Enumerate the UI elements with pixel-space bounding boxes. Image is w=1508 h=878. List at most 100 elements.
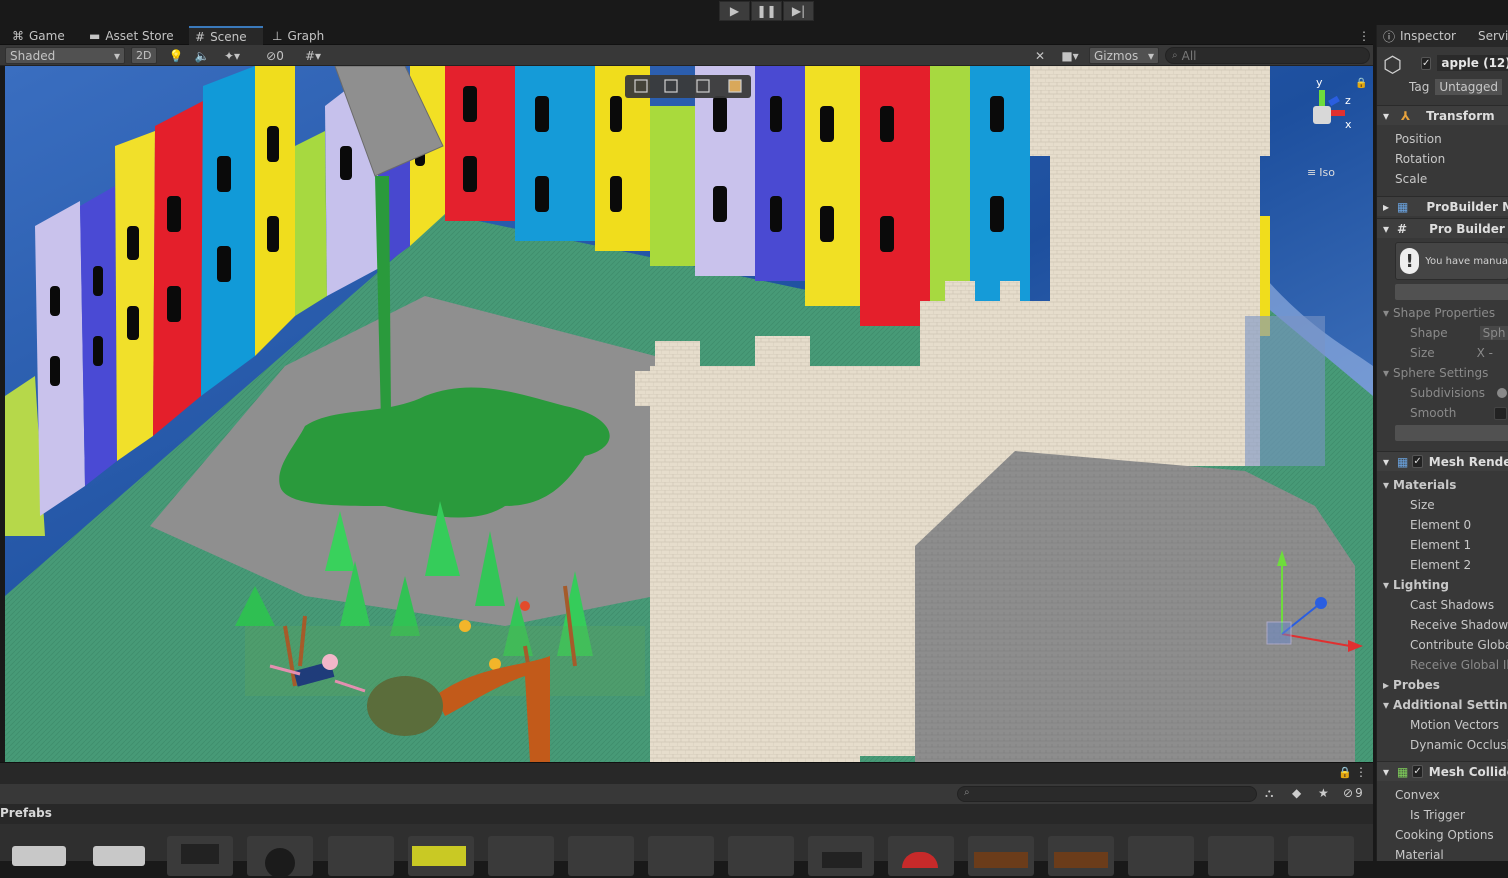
materials-foldout[interactable]: ▾ Materials — [1377, 475, 1508, 495]
tab-scene[interactable]: # Scene — [189, 26, 263, 45]
tab-inspector[interactable]: Inspector — [1400, 29, 1456, 43]
tools-button[interactable]: ✕ — [1030, 47, 1050, 64]
prefab-thumbnail[interactable] — [648, 836, 714, 876]
camera-dropdown[interactable]: ■ ▾ — [1055, 47, 1085, 64]
prefab-thumbnail[interactable] — [328, 836, 394, 876]
grid-dropdown[interactable]: # ▾ — [294, 47, 332, 64]
shading-mode-dropdown[interactable]: Shaded ▾ — [5, 47, 125, 64]
scene-search-input[interactable]: ⌕ All — [1165, 47, 1370, 64]
lighting-foldout[interactable]: ▾ Lighting — [1377, 575, 1508, 595]
sphere-settings-foldout[interactable]: ▾ Sphere Settings — [1377, 363, 1508, 383]
script-icon: # — [1397, 221, 1408, 236]
scene-viewport[interactable]: y z x ≡ Iso 🔒 — [5, 66, 1373, 762]
smooth-checkbox[interactable] — [1494, 406, 1508, 420]
probuilder-shape-header[interactable]: ▾ # Pro Builder S — [1377, 218, 1508, 238]
materials-size-label: Size — [1410, 498, 1435, 512]
lighting-toggle[interactable]: 💡 — [166, 47, 186, 64]
project-search-input[interactable]: ⌕ — [957, 786, 1257, 802]
additional-settings-foldout[interactable]: ▾Additional Settings — [1377, 695, 1508, 715]
projection-label: Iso — [1319, 166, 1335, 179]
gizmo-z-axis — [1328, 95, 1340, 107]
lighting-label: Lighting — [1393, 578, 1449, 592]
subdivisions-row: Subdivisions — [1377, 383, 1508, 403]
shape-dropdown[interactable]: Sph — [1479, 326, 1508, 340]
scene-render — [5, 66, 1373, 762]
pause-button[interactable]: ❚❚ — [751, 1, 782, 21]
folder-icon[interactable] — [12, 846, 66, 866]
mesh-renderer-checkbox[interactable]: ✓ — [1412, 455, 1423, 468]
prefab-thumbnail[interactable] — [408, 836, 474, 876]
tab-menu-button[interactable]: ⋮ — [1352, 26, 1376, 45]
object-name-field[interactable]: apple (12) — [1437, 55, 1508, 71]
tab-services[interactable]: Servic — [1478, 29, 1508, 43]
gizmo-x-label: x — [1345, 118, 1352, 131]
tab-game[interactable]: ⌘ Game — [6, 26, 71, 45]
2d-toggle-button[interactable]: 2D — [131, 47, 157, 64]
breadcrumb-prefabs[interactable]: Prefabs — [0, 806, 52, 820]
tag-dropdown[interactable]: Untagged — [1435, 79, 1503, 95]
speaker-icon: 🔈 — [194, 48, 210, 63]
lock-icon[interactable]: 🔒 — [1355, 78, 1367, 89]
prefab-thumbnail[interactable] — [968, 836, 1034, 876]
effects-dropdown[interactable]: ✦ ▾ — [217, 47, 247, 64]
contribute-global-label: Contribute Global — [1410, 638, 1508, 652]
sphere-settings-label: Sphere Settings — [1393, 366, 1489, 380]
transform-header[interactable]: ▾ ⅄ Transform — [1377, 105, 1508, 125]
mesh-collider-checkbox[interactable]: ✓ — [1412, 765, 1423, 778]
mesh-renderer-header[interactable]: ▾ ▦ ✓ Mesh Rende — [1377, 451, 1508, 471]
warning-action-button[interactable] — [1395, 284, 1508, 300]
project-breadcrumb: Prefabs — [0, 804, 1373, 824]
prefab-thumbnail[interactable] — [1288, 836, 1354, 876]
mesh-collider-header[interactable]: ▾ ▦ ✓ Mesh Collide — [1377, 761, 1508, 781]
editor-tab-bar: ⌘ Game ▬ Asset Store # Scene ⊥ Graph ⋮ — [0, 25, 1373, 45]
mesh-renderer-icon: ▦ — [1397, 454, 1409, 469]
rebuild-button[interactable] — [1395, 425, 1508, 441]
element-0-label: Element 0 — [1410, 518, 1472, 532]
cooking-options-label: Cooking Options — [1395, 828, 1494, 842]
orientation-gizmo[interactable]: y z x ≡ Iso 🔒 — [1293, 76, 1367, 179]
folder-icon[interactable] — [93, 846, 145, 866]
step-icon: ▶| — [791, 4, 806, 18]
smooth-row: Smooth — [1377, 403, 1508, 423]
favorite-star-icon[interactable]: ★ — [1318, 786, 1329, 800]
search-icon: ⌕ — [1172, 50, 1178, 61]
transform-icon: ⅄ — [1401, 108, 1411, 123]
materials-label: Materials — [1393, 478, 1457, 492]
prefab-thumbnail[interactable] — [1128, 836, 1194, 876]
gizmo-cube-icon — [1313, 106, 1331, 124]
rock — [367, 676, 443, 736]
tab-asset-store[interactable]: ▬ Asset Store — [83, 26, 180, 45]
kebab-icon[interactable]: ⋮ — [1355, 765, 1367, 779]
tab-asset-store-label: Asset Store — [105, 28, 174, 43]
foldout-arrow-icon: ▸ — [1383, 678, 1390, 692]
play-button[interactable]: ▶ — [719, 1, 750, 21]
prefab-thumbnail[interactable] — [488, 836, 554, 876]
prefab-thumbnail[interactable] — [1208, 836, 1274, 876]
prefab-thumbnail[interactable] — [568, 836, 634, 876]
subdivisions-slider[interactable] — [1497, 388, 1508, 398]
probuilder-mesh-header[interactable]: ▸ ▦ ProBuilder M — [1377, 196, 1508, 216]
prefab-thumbnail[interactable] — [808, 836, 874, 876]
projection-toggle[interactable]: ≡ Iso — [1307, 166, 1335, 179]
lock-icon[interactable]: 🔒 — [1338, 766, 1352, 779]
prefab-thumbnail[interactable] — [888, 836, 954, 876]
size-x-field[interactable]: X - — [1477, 346, 1493, 360]
prefab-thumbnail[interactable] — [247, 836, 313, 878]
probes-foldout[interactable]: ▸ Probes — [1377, 675, 1508, 695]
gameobject-cube-icon[interactable]: ⬡ — [1383, 53, 1409, 79]
filter-label-icon[interactable]: ◆ — [1292, 786, 1301, 800]
search-placeholder: All — [1181, 48, 1197, 63]
step-button[interactable]: ▶| — [783, 1, 814, 21]
prefab-thumbnail[interactable] — [728, 836, 794, 876]
active-checkbox[interactable]: ✓ — [1421, 56, 1432, 70]
hidden-objects-toggle[interactable]: ⊘ 0 — [260, 47, 290, 64]
prefab-thumbnail[interactable] — [1048, 836, 1114, 876]
hidden-packages-toggle[interactable]: ⊘ 9 — [1343, 786, 1363, 800]
audio-toggle[interactable]: 🔈 — [192, 47, 212, 64]
rotation-label: Rotation — [1395, 152, 1446, 166]
filter-type-icon[interactable]: ⛬ — [1265, 786, 1273, 801]
gizmos-dropdown[interactable]: Gizmos ▾ — [1089, 47, 1159, 64]
shape-properties-foldout[interactable]: ▾ Shape Properties — [1377, 303, 1508, 323]
tab-graph[interactable]: ⊥ Graph — [266, 26, 330, 45]
prefab-thumbnail[interactable] — [167, 836, 233, 876]
